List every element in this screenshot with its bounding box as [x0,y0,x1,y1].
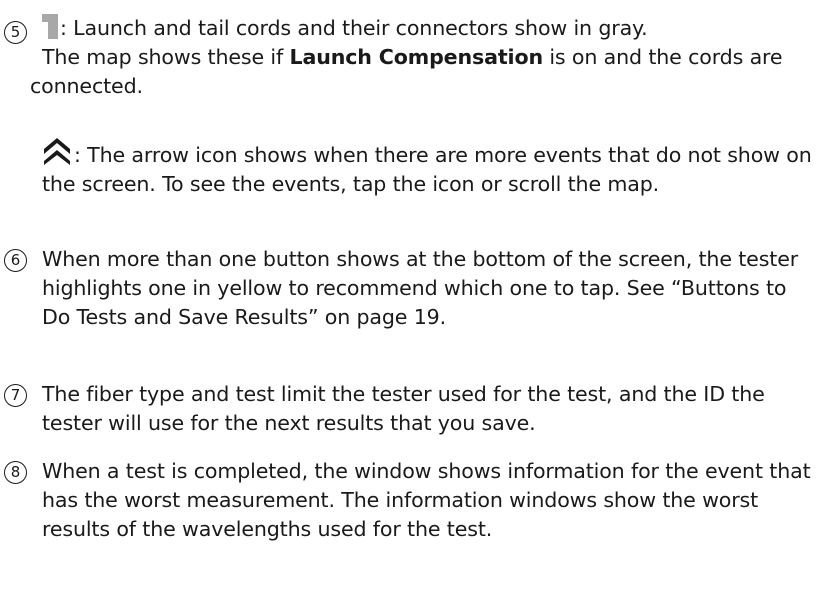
item-5-arrow-text: : The arrow icon shows when there are mo… [42,137,822,199]
item-5-arrow-description: : The arrow icon shows when there are mo… [42,143,812,196]
item-8-text: When a test is completed, the window sho… [42,459,811,541]
item-5-text-part1: : Launch and tail cords and their connec… [60,16,648,40]
item-number-6: 6 [4,249,27,272]
item-5-text: : Launch and tail cords and their connec… [30,14,810,101]
item-5-text-part2: The map shows these if [42,45,290,69]
double-chevron-up-icon [44,138,70,165]
manual-page: 5 : Launch and tail cords and their conn… [0,0,824,599]
launch-compensation-term: Launch Compensation [289,45,543,69]
item-number-8: 8 [4,461,27,484]
item-number-7: 7 [4,384,27,407]
item-7-text: The fiber type and test limit the tester… [42,382,765,435]
item-number-5: 5 [4,21,27,44]
launch-cord-gray-icon [42,14,58,39]
item-6-text: When more than one button shows at the b… [42,247,799,329]
